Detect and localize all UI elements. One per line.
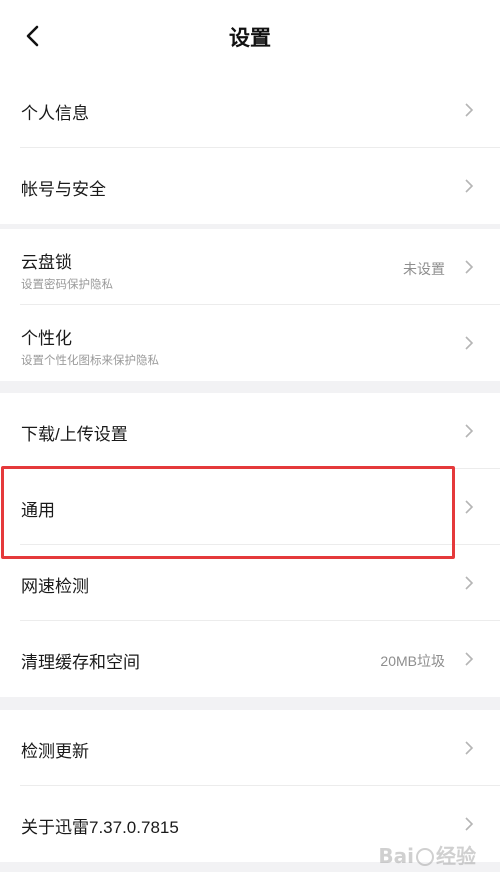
settings-item-personalization[interactable]: 个性化 设置个性化图标来保护隐私 <box>0 305 500 381</box>
chevron-right-icon <box>465 103 474 117</box>
settings-group-general: 下载/上传设置 通用 网速检测 清理缓存和空间 20MB垃圾 <box>0 393 500 697</box>
item-label: 个人信息 <box>21 104 89 123</box>
chevron-right-icon <box>465 260 474 274</box>
settings-item-cloud-lock[interactable]: 云盘锁 设置密码保护隐私 未设置 <box>0 229 500 305</box>
item-label: 个性化 <box>21 329 72 348</box>
item-label: 清理缓存和空间 <box>21 653 140 672</box>
settings-item-speed-test[interactable]: 网速检测 <box>0 545 500 621</box>
baidu-jingyan-watermark: Bai 经验 <box>378 840 476 869</box>
item-label: 网速检测 <box>21 577 89 596</box>
item-description: 设置个性化图标来保护隐私 <box>21 355 159 367</box>
chevron-right-icon <box>465 576 474 590</box>
item-value: 未设置 <box>403 261 445 277</box>
watermark-text-left: Bai <box>378 844 414 868</box>
item-label: 帐号与安全 <box>21 180 106 199</box>
chevron-right-icon <box>465 179 474 193</box>
item-value: 20MB垃圾 <box>380 653 445 669</box>
chevron-right-icon <box>465 741 474 755</box>
watermark-text-right: 经验 <box>436 844 476 868</box>
app-header: 设置 <box>0 0 500 72</box>
chevron-right-icon <box>465 817 474 831</box>
item-label: 云盘锁 <box>21 253 72 272</box>
settings-item-general[interactable]: 通用 <box>0 469 500 545</box>
chevron-right-icon <box>465 652 474 666</box>
chevron-right-icon <box>465 500 474 514</box>
settings-item-download-upload[interactable]: 下载/上传设置 <box>0 393 500 469</box>
page-title: 设置 <box>229 27 271 50</box>
settings-item-clear-cache[interactable]: 清理缓存和空间 20MB垃圾 <box>0 621 500 697</box>
settings-group-privacy: 云盘锁 设置密码保护隐私 未设置 个性化 设置个性化图标来保护隐私 <box>0 229 500 381</box>
settings-item-account-security[interactable]: 帐号与安全 <box>0 148 500 224</box>
chevron-right-icon <box>465 424 474 438</box>
settings-item-personal-info[interactable]: 个人信息 <box>0 72 500 148</box>
settings-item-check-update[interactable]: 检测更新 <box>0 710 500 786</box>
paw-icon <box>416 848 434 866</box>
item-label: 通用 <box>21 501 55 520</box>
next-group-edge <box>0 872 500 891</box>
chevron-right-icon <box>465 336 474 350</box>
item-label: 下载/上传设置 <box>21 425 128 444</box>
item-description: 设置密码保护隐私 <box>21 279 113 291</box>
settings-group-account: 个人信息 帐号与安全 <box>0 72 500 224</box>
item-label: 检测更新 <box>21 742 89 761</box>
item-label: 关于迅雷7.37.0.7815 <box>21 818 179 837</box>
